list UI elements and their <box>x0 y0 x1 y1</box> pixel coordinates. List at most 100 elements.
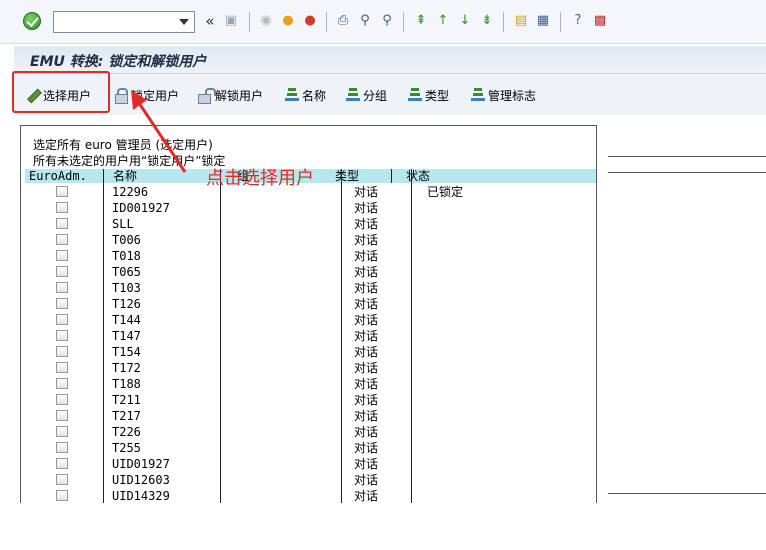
user-type-cell: 对话 <box>354 265 379 279</box>
table-row[interactable]: T217 对话 <box>21 408 596 424</box>
user-name-cell: T217 <box>112 409 141 423</box>
find-next-icon[interactable]: ⚲ <box>378 12 396 30</box>
toolbar-separator <box>503 12 504 32</box>
euroadm-checkbox[interactable] <box>56 202 68 213</box>
first-page-icon[interactable]: ⇞ <box>412 12 430 30</box>
enter-checkmark-icon[interactable] <box>23 12 41 30</box>
user-name-cell: T154 <box>112 345 141 359</box>
title-bar: EMU 转换: 锁定和解锁用户 <box>14 46 766 74</box>
euroadm-checkbox[interactable] <box>56 186 68 197</box>
help-icon[interactable]: ? <box>569 12 587 30</box>
euroadm-checkbox[interactable] <box>56 490 68 501</box>
back-icon[interactable]: ◉ <box>257 12 275 30</box>
user-type-cell: 对话 <box>354 185 379 199</box>
user-name-cell: T006 <box>112 233 141 247</box>
chevron-down-icon[interactable] <box>174 12 194 32</box>
user-type-cell: 对话 <box>354 313 379 327</box>
new-session-icon[interactable]: ▤ <box>512 12 530 30</box>
admin-flag-label: 管理标志 <box>488 88 537 103</box>
user-type-cell: 对话 <box>354 233 379 247</box>
user-name-cell: T147 <box>112 329 141 343</box>
euroadm-checkbox[interactable] <box>56 426 68 437</box>
exit-icon[interactable]: ● <box>279 12 297 30</box>
save-icon[interactable]: ▣ <box>222 12 240 30</box>
euroadm-checkbox[interactable] <box>56 474 68 485</box>
euroadm-checkbox[interactable] <box>56 298 68 309</box>
user-type-cell: 对话 <box>354 409 379 423</box>
euroadm-checkbox[interactable] <box>56 266 68 277</box>
next-page-icon[interactable]: ↓ <box>456 12 474 30</box>
divider-line <box>608 156 766 157</box>
user-name-cell: 12296 <box>112 185 149 199</box>
shortcut-icon[interactable]: ▦ <box>534 12 552 30</box>
command-field[interactable] <box>53 11 195 33</box>
table-row[interactable]: ID001927 对话 <box>21 200 596 216</box>
user-name-cell: UID12603 <box>112 473 170 487</box>
euroadm-checkbox[interactable] <box>56 282 68 293</box>
column-header-euroadm[interactable]: EuroAdm. <box>29 169 87 183</box>
print-icon[interactable]: ⎙ <box>334 12 352 30</box>
euroadm-checkbox[interactable] <box>56 394 68 405</box>
table-row[interactable]: T126 对话 <box>21 296 596 312</box>
sort-by-name-button[interactable]: 名称 <box>285 83 326 107</box>
cancel-icon[interactable]: ● <box>301 12 319 30</box>
toolbar-separator <box>403 12 404 32</box>
table-row[interactable]: T255 对话 <box>21 440 596 456</box>
euroadm-checkbox[interactable] <box>56 234 68 245</box>
table-row[interactable]: T065 对话 <box>21 264 596 280</box>
table-row[interactable]: T144 对话 <box>21 312 596 328</box>
customize-layout-icon[interactable]: ▩ <box>591 12 609 30</box>
table-row[interactable]: T226 对话 <box>21 424 596 440</box>
euroadm-checkbox[interactable] <box>56 458 68 469</box>
user-name-cell: UID01927 <box>112 457 170 471</box>
annotation-highlight-box <box>12 71 110 113</box>
table-row[interactable]: UID01927 对话 <box>21 456 596 472</box>
euroadm-checkbox[interactable] <box>56 346 68 357</box>
euroadm-checkbox[interactable] <box>56 250 68 261</box>
euroadm-checkbox[interactable] <box>56 330 68 341</box>
euroadm-checkbox[interactable] <box>56 410 68 421</box>
table-row[interactable]: SLL 对话 <box>21 216 596 232</box>
toolbar-separator <box>249 12 250 32</box>
euroadm-checkbox[interactable] <box>56 218 68 229</box>
sort-by-group-button[interactable]: 分组 <box>346 83 387 107</box>
euroadm-checkbox[interactable] <box>56 314 68 325</box>
table-row[interactable]: T154 对话 <box>21 344 596 360</box>
unlock-users-button[interactable]: 解锁用户 <box>198 83 263 107</box>
find-icon[interactable]: ⚲ <box>356 12 374 30</box>
system-toolbar: « ▣ ◉ ● ● ⎙ ⚲ ⚲ ⇞ ↑ ↓ ⇟ ▤ ▦ ? ▩ <box>0 0 766 44</box>
previous-page-icon[interactable]: ↑ <box>434 12 452 30</box>
user-name-cell: T126 <box>112 297 141 311</box>
table-row[interactable]: T172 对话 <box>21 360 596 376</box>
table-row[interactable]: T188 对话 <box>21 376 596 392</box>
annotation-text: 点击选择用户 <box>206 168 314 189</box>
user-name-cell: T211 <box>112 393 141 407</box>
divider-line <box>608 493 766 494</box>
user-type-cell: 对话 <box>354 393 379 407</box>
sort-icon <box>408 88 422 102</box>
table-row[interactable]: T103 对话 <box>21 280 596 296</box>
user-name-cell: T065 <box>112 265 141 279</box>
unlock-icon <box>198 88 216 104</box>
command-input[interactable] <box>54 12 172 32</box>
column-header-status[interactable]: 状态 <box>406 169 430 183</box>
sort-by-type-button[interactable]: 类型 <box>408 83 449 107</box>
column-header-type[interactable]: 类型 <box>335 169 359 183</box>
double-chevron-left-icon[interactable]: « <box>201 12 219 30</box>
table-row[interactable]: UID12603 对话 <box>21 472 596 488</box>
table-row[interactable]: T018 对话 <box>21 248 596 264</box>
toolbar-separator <box>326 12 327 32</box>
sort-icon <box>285 88 299 102</box>
euroadm-checkbox[interactable] <box>56 378 68 389</box>
sort-by-admin-flag-button[interactable]: 管理标志 <box>471 83 536 107</box>
table-row[interactable]: UID14329 对话 <box>21 488 596 503</box>
user-type-cell: 对话 <box>354 425 379 439</box>
last-page-icon[interactable]: ⇟ <box>478 12 496 30</box>
euroadm-checkbox[interactable] <box>56 362 68 373</box>
sort-group-label: 分组 <box>363 88 388 103</box>
table-row[interactable]: T006 对话 <box>21 232 596 248</box>
user-name-cell: ID001927 <box>112 201 170 215</box>
table-row[interactable]: T147 对话 <box>21 328 596 344</box>
table-row[interactable]: T211 对话 <box>21 392 596 408</box>
euroadm-checkbox[interactable] <box>56 442 68 453</box>
